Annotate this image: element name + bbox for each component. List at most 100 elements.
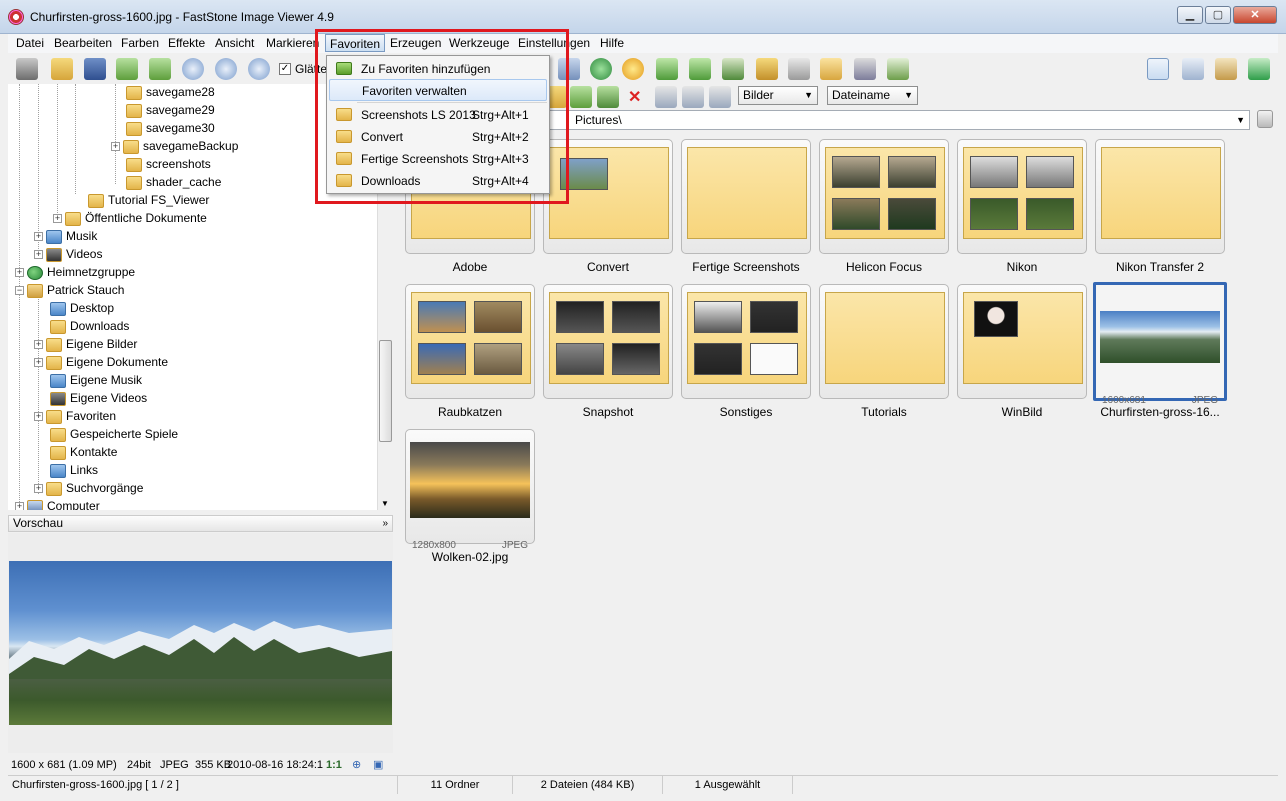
email-icon[interactable] bbox=[820, 58, 842, 80]
tree-item-patrick-stauch[interactable]: − Patrick Stauch bbox=[15, 282, 124, 300]
menu-erzeugen[interactable]: Erzeugen bbox=[390, 36, 441, 50]
thumb-helicon-focus[interactable] bbox=[819, 139, 949, 254]
preview-view-icon[interactable] bbox=[1182, 58, 1204, 80]
save-icon[interactable] bbox=[84, 58, 106, 80]
flip-icon[interactable] bbox=[722, 58, 744, 80]
sort-select[interactable]: Dateiname ▼ bbox=[827, 86, 918, 105]
tree-item-screenshots[interactable]: screenshots bbox=[126, 156, 211, 174]
menu-farben[interactable]: Farben bbox=[121, 36, 159, 50]
grid-view-icon[interactable] bbox=[655, 86, 677, 108]
thumb-nikon-transfer-2[interactable] bbox=[1095, 139, 1225, 254]
person-icon[interactable] bbox=[590, 58, 612, 80]
menu-ansicht[interactable]: Ansicht bbox=[215, 36, 254, 50]
preview-header[interactable]: Vorschau » bbox=[8, 515, 393, 532]
sun-icon[interactable] bbox=[622, 58, 644, 80]
thumb-convert[interactable] bbox=[543, 139, 673, 254]
back-arrow-icon[interactable] bbox=[116, 58, 138, 80]
tree-item-computer[interactable]: + Computer bbox=[15, 498, 100, 510]
menu-item-convert[interactable]: Convert Strg+Alt+2 bbox=[329, 126, 547, 148]
minimize-button[interactable]: ▁ bbox=[1177, 6, 1203, 24]
tree-item-downloads[interactable]: Downloads bbox=[50, 318, 129, 336]
thumb-sonstiges[interactable] bbox=[681, 284, 811, 399]
close-button[interactable]: ✕ bbox=[1233, 6, 1277, 24]
menu-item-screenshots-ls-2013[interactable]: Screenshots LS 2013 Strg+Alt+1 bbox=[329, 104, 547, 126]
tree-item-oeffentliche-dokumente[interactable]: + Öffentliche Dokumente bbox=[53, 210, 207, 228]
zoom-out-icon[interactable] bbox=[215, 58, 237, 80]
menu-bearbeiten[interactable]: Bearbeiten bbox=[54, 36, 112, 50]
menu-effekte[interactable]: Effekte bbox=[168, 36, 205, 50]
actual-size-icon[interactable] bbox=[248, 58, 270, 80]
thumb-raubkatzen[interactable] bbox=[405, 284, 535, 399]
collapse-icon[interactable]: » bbox=[382, 516, 388, 531]
forward-arrow-icon[interactable] bbox=[149, 58, 171, 80]
menu-item-downloads[interactable]: Downloads Strg+Alt+4 bbox=[329, 170, 547, 192]
menu-werkzeuge[interactable]: Werkzeuge bbox=[449, 36, 509, 50]
thumb-nikon[interactable] bbox=[957, 139, 1087, 254]
menu-datei[interactable]: Datei bbox=[16, 36, 44, 50]
tree-item-kontakte[interactable]: Kontakte bbox=[50, 444, 117, 462]
thumb-snapshot[interactable] bbox=[543, 284, 673, 399]
list-view-icon[interactable] bbox=[682, 86, 704, 108]
rotate-left-icon[interactable] bbox=[656, 58, 678, 80]
tree-item-desktop[interactable]: Desktop bbox=[50, 300, 114, 318]
tree-item-heimnetzgruppe[interactable]: + Heimnetzgruppe bbox=[15, 264, 135, 282]
screen-capture-icon[interactable] bbox=[558, 58, 580, 80]
tree-item-savegame30[interactable]: savegame30 bbox=[126, 120, 215, 138]
tree-item-favoriten[interactable]: + Favoriten bbox=[34, 408, 116, 426]
fullscreen-icon[interactable] bbox=[1248, 58, 1270, 80]
move-to-icon[interactable] bbox=[597, 86, 619, 108]
menu-einstellungen[interactable]: Einstellungen bbox=[518, 36, 590, 50]
preview-date: 2010-08-16 18:24:1 bbox=[227, 759, 324, 771]
tree-item-videos[interactable]: + Videos bbox=[34, 246, 102, 264]
tree-item-eigene-musik[interactable]: Eigene Musik bbox=[50, 372, 142, 390]
menu-item-fertige-screenshots[interactable]: Fertige Screenshots Strg+Alt+3 bbox=[329, 148, 547, 170]
resize-icon[interactable] bbox=[756, 58, 778, 80]
menu-item-add-favorite[interactable]: Zu Favoriten hinzufügen bbox=[329, 58, 547, 80]
menu-item-manage-favorites[interactable]: Favoriten verwalten bbox=[329, 79, 547, 101]
zoom-in-icon[interactable] bbox=[182, 58, 204, 80]
menu-favoriten[interactable]: Favoriten bbox=[325, 34, 386, 52]
menu-markieren[interactable]: Markieren bbox=[266, 36, 319, 50]
crop-icon[interactable] bbox=[788, 58, 810, 80]
fit-icon[interactable]: ⊕ bbox=[352, 756, 361, 774]
menu-hilfe[interactable]: Hilfe bbox=[600, 36, 624, 50]
zoom-1to1-button[interactable]: 1:1 bbox=[326, 756, 342, 774]
copy-to-icon[interactable] bbox=[570, 86, 592, 108]
tree-item-shader-cache[interactable]: shader_cache bbox=[126, 174, 221, 192]
single-image-view-icon[interactable] bbox=[1215, 58, 1237, 80]
tree-item-tutorial-fs-viewer[interactable]: Tutorial FS_Viewer bbox=[88, 192, 209, 210]
thumbnail-view-icon[interactable] bbox=[1147, 58, 1169, 80]
scroll-down-icon[interactable]: ▼ bbox=[381, 499, 389, 508]
smooth-checkbox[interactable]: ✓ bbox=[279, 63, 291, 75]
open-folder-icon[interactable] bbox=[51, 58, 73, 80]
tree-item-gespeicherte-spiele[interactable]: Gespeicherte Spiele bbox=[50, 426, 178, 444]
print-icon[interactable] bbox=[854, 58, 876, 80]
tree-item-eigene-bilder[interactable]: + Eigene Bilder bbox=[34, 336, 137, 354]
thumb-fertige-screenshots[interactable] bbox=[681, 139, 811, 254]
tree-item-eigene-videos[interactable]: Eigene Videos bbox=[50, 390, 147, 408]
tree-item-eigene-dokumente[interactable]: + Eigene Dokumente bbox=[34, 354, 168, 372]
tree-item-savegame28[interactable]: savegame28 bbox=[126, 84, 215, 102]
camera-icon[interactable] bbox=[16, 58, 38, 80]
thumb-tutorials[interactable] bbox=[819, 284, 949, 399]
recycle-bin-icon[interactable] bbox=[1257, 110, 1273, 128]
tree-item-links[interactable]: Links bbox=[50, 462, 98, 480]
details-view-icon[interactable] bbox=[709, 86, 731, 108]
tree-item-musik[interactable]: + Musik bbox=[34, 228, 97, 246]
maximize-button[interactable]: ▢ bbox=[1205, 6, 1231, 24]
thumb-wolken[interactable]: 1280x800 JPEG bbox=[405, 429, 535, 551]
tree-item-savegamebackup[interactable]: + savegameBackup bbox=[111, 138, 238, 156]
thumb-winbild[interactable] bbox=[957, 284, 1087, 399]
preview-image[interactable] bbox=[9, 561, 392, 725]
checklist-icon[interactable] bbox=[887, 58, 909, 80]
tree-item-suchvorgaenge[interactable]: + Suchvorgänge bbox=[34, 480, 143, 498]
rotate-right-icon[interactable] bbox=[689, 58, 711, 80]
fullscreen-preview-icon[interactable]: ▣ bbox=[373, 756, 383, 774]
tree-scrollbar-thumb[interactable] bbox=[379, 340, 392, 442]
chevron-down-icon[interactable]: ▼ bbox=[1236, 111, 1245, 129]
filter-select[interactable]: Bilder ▼ bbox=[738, 86, 818, 105]
thumb-churfirsten[interactable]: 1600x681 JPEG bbox=[1093, 282, 1227, 406]
app-icon[interactable] bbox=[8, 9, 24, 25]
tree-item-savegame29[interactable]: savegame29 bbox=[126, 102, 215, 120]
delete-icon[interactable]: ✕ bbox=[628, 87, 641, 107]
